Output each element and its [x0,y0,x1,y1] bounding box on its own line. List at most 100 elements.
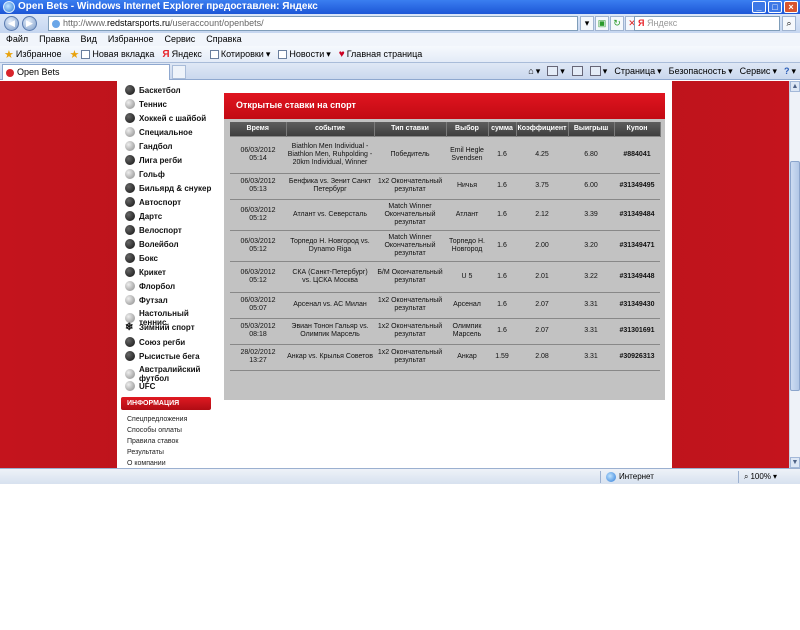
refresh-icon[interactable]: ↻ [610,16,624,31]
cricket-ball-icon [125,267,135,277]
column-header[interactable]: Выбор [446,122,489,136]
bet-choice: Ничья [446,173,488,200]
sport-item[interactable]: Союз регби [125,337,220,347]
bet-coupon[interactable]: #31301691 [614,318,660,345]
print-button[interactable]: ▾ [589,63,607,79]
special-icon [125,127,135,137]
sport-item[interactable]: Флорбол [125,281,220,291]
sport-item[interactable]: Бокс [125,253,220,263]
scroll-down-icon[interactable]: ▼ [790,457,800,468]
info-link[interactable]: Правила ставок [127,437,179,446]
close-window-button[interactable]: × [784,1,798,13]
vertical-scrollbar[interactable]: ▲ ▼ [789,81,800,468]
bet-choice: Emil Hegle Svendsen [446,135,488,174]
compatibility-icon[interactable]: ▾ [580,16,594,31]
safety-menu[interactable]: Безопасность ▾ [669,63,733,79]
column-header[interactable]: Выигрыш [568,122,615,136]
bet-odds: 2.00 [516,230,568,262]
forward-button[interactable]: ▶ [22,16,37,31]
sport-label: Зимний спорт [139,323,195,332]
sport-item[interactable]: Крикет [125,267,220,277]
sport-item[interactable]: Автоспорт [125,197,220,207]
sport-item[interactable]: Лига регби [125,155,220,165]
bet-coupon[interactable]: #31349471 [614,230,660,262]
address-input[interactable]: http://www.redstarsports.ru/useraccount/… [48,16,578,31]
menu-help[interactable]: Справка [206,33,241,46]
sport-item[interactable]: Баскетбол [125,85,220,95]
page-menu-label: Страница [614,66,656,76]
info-link[interactable]: Способы оплаты [127,426,182,435]
back-button[interactable]: ◀ [4,16,19,31]
sport-item[interactable]: Футзал [125,295,220,305]
page-menu[interactable]: Страница ▾ [614,63,661,79]
bet-time: 28/02/2012 13:27 [230,344,286,371]
security-report-icon[interactable]: ▣ [595,16,609,31]
bet-choice: Анкар [446,344,488,371]
sport-item[interactable]: UFC [125,381,220,391]
info-link[interactable]: Результаты [127,448,164,457]
fav-yandex[interactable]: Я Яндекс [162,49,201,60]
bet-coupon[interactable]: #884041 [614,135,660,174]
sport-label: Бокс [139,253,158,263]
info-link[interactable]: О компании [127,459,166,468]
menu-edit[interactable]: Правка [39,33,69,46]
menu-file[interactable]: Файл [6,33,28,46]
tools-menu[interactable]: Сервис ▾ [740,63,777,79]
feeds-button[interactable]: ▾ [547,63,565,79]
menu-favorites[interactable]: Избранное [108,33,154,46]
sport-item[interactable]: ❄ Зимний спорт [125,323,220,333]
column-header[interactable]: сумма [488,122,517,136]
column-header[interactable]: событие [286,122,375,136]
tab-open-bets[interactable]: Open Bets [2,64,170,80]
favorites-button[interactable]: ★ Избранное [4,48,62,61]
sport-item[interactable]: Хоккей с шайбой [125,113,220,123]
info-link[interactable]: Спецпредложения [127,415,187,424]
search-input[interactable]: Я Яндекс [634,16,780,31]
sport-item[interactable]: Специальное [125,127,220,137]
bet-coupon[interactable]: #31349495 [614,173,660,200]
sport-item[interactable]: Волейбол [125,239,220,249]
bet-coupon[interactable]: #31349448 [614,261,660,293]
fav-news[interactable]: Новости ▾ [278,49,331,60]
sport-item[interactable]: Дартс [125,211,220,221]
scrollbar-thumb[interactable] [790,161,800,391]
help-menu[interactable]: ? ▾ [784,63,796,79]
sport-item[interactable]: Бильярд & снукер [125,183,220,193]
bet-stake: 1.59 [488,344,516,371]
bet-type: 1x2 Окончательный результат [374,344,446,371]
bet-coupon[interactable]: #31349484 [614,199,660,231]
fav-quotes[interactable]: Котировки ▾ [209,48,271,60]
fav-home[interactable]: ♥ Главная страница [339,49,422,60]
bet-type: Match Winner Окончательный результат [374,230,446,262]
favorites-bar: ★ Избранное ★ Новая вкладка Я Яндекс Котиро… [0,46,800,63]
bet-coupon[interactable]: #30926313 [614,344,660,371]
minimize-button[interactable]: _ [752,1,766,13]
fav-new-tab[interactable]: ★ Новая вкладка [70,48,155,61]
column-header[interactable]: Время [230,122,287,136]
column-header[interactable]: Тип ставки [374,122,447,136]
sport-item[interactable]: Гандбол [125,141,220,151]
mail-button[interactable] [571,66,583,76]
sport-item[interactable]: Рысистые бега [125,351,220,361]
table-row: 28/02/2012 13:27 Анкар vs. Крылья Совето… [230,344,660,371]
home-button[interactable]: ⌂ ▾ [528,63,540,79]
maximize-button[interactable]: □ [768,1,782,13]
new-tab-button[interactable] [172,65,186,79]
menu-tools[interactable]: Сервис [164,33,195,46]
sport-item[interactable]: Теннис [125,99,220,109]
column-header[interactable]: Купон [614,122,661,136]
chevron-down-icon: ▾ [265,48,271,59]
tab-row: Open Bets ⌂ ▾ ▾ ▾ Страница ▾ Безопасность ▾… [0,63,800,80]
zoom-control[interactable]: ⌕ 100% ▾ [744,471,777,483]
security-zone[interactable]: Интернет [606,471,654,483]
sport-item[interactable]: Гольф [125,169,220,179]
menu-view[interactable]: Вид [81,33,97,46]
sport-item[interactable]: Велоспорт [125,225,220,235]
search-icon[interactable]: ⌕ [782,16,796,31]
column-header[interactable]: Коэффициент [516,122,569,136]
sport-label: Бильярд & снукер [139,183,212,193]
home-icon: ⌂ [528,66,534,76]
scroll-up-icon[interactable]: ▲ [790,81,800,92]
bet-coupon[interactable]: #31349430 [614,292,660,319]
table-row: 06/03/2012 05:12 СКА (Санкт-Петербург) v… [230,261,660,293]
